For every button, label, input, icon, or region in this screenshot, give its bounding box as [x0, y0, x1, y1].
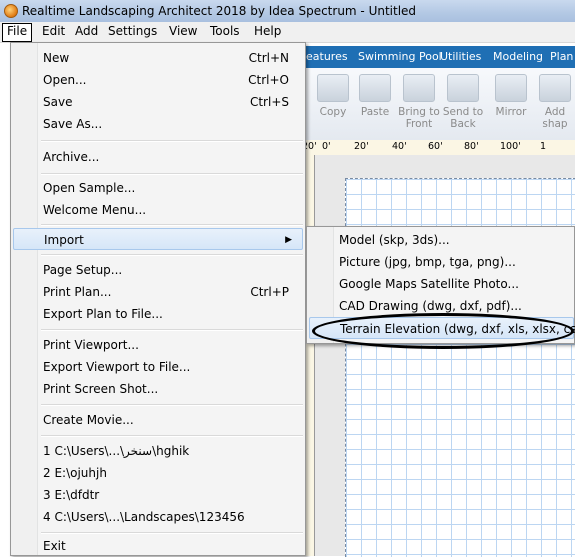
menu-separator — [41, 173, 303, 175]
copy-button[interactable]: Copy — [310, 74, 356, 118]
app-icon — [4, 4, 18, 18]
menu-file[interactable]: File — [2, 23, 33, 42]
menu-separator — [41, 140, 303, 142]
bring-to-front-button[interactable]: Bring to Front — [396, 74, 442, 130]
submenu-arrow-icon: ▶ — [285, 235, 292, 245]
ruler-tick: 1 — [540, 141, 547, 152]
ruler-tick: 20' — [354, 141, 369, 152]
file-menu-import[interactable]: Import ▶ — [13, 228, 303, 250]
file-menu-exit[interactable]: Exit — [13, 535, 303, 557]
bring-to-front-icon — [403, 74, 435, 102]
menu-separator — [41, 404, 303, 406]
import-google-maps[interactable]: Google Maps Satellite Photo... — [309, 273, 574, 295]
file-menu-print-screenshot[interactable]: Print Screen Shot... — [13, 378, 303, 400]
send-to-back-button[interactable]: Send to Back — [440, 74, 486, 130]
paste-button[interactable]: Paste — [352, 74, 398, 118]
file-menu-create-movie[interactable]: Create Movie... — [13, 409, 303, 431]
ribbon-toolbar: Copy Paste Bring to Front Send to Back M… — [300, 68, 575, 141]
menu-help[interactable]: Help — [250, 23, 285, 40]
ruler-tick: 40' — [392, 141, 407, 152]
menu-separator — [41, 532, 303, 534]
file-menu-archive[interactable]: Archive... — [13, 146, 303, 168]
ruler-tick: 0' — [322, 141, 331, 152]
file-menu-save[interactable]: Save Ctrl+S — [13, 91, 303, 113]
file-menu-welcome-menu[interactable]: Welcome Menu... — [13, 199, 303, 221]
ribbon-tab-bar: eatures Swimming Pool Utilities Modeling… — [300, 46, 575, 68]
import-picture[interactable]: Picture (jpg, bmp, tga, png)... — [309, 251, 574, 273]
ruler-tick: 100' — [500, 141, 521, 152]
file-menu-print-viewport[interactable]: Print Viewport... — [13, 334, 303, 356]
import-model[interactable]: Model (skp, 3ds)... — [309, 229, 574, 251]
copy-icon — [317, 74, 349, 102]
title-bar: Realtime Landscaping Architect 2018 by I… — [0, 0, 575, 23]
menu-view[interactable]: View — [165, 23, 201, 40]
file-menu-recent-1[interactable]: 1 C:\Users\...\سنخر\hghik — [13, 440, 303, 462]
tab-features[interactable]: eatures — [306, 50, 348, 63]
file-menu-export-viewport[interactable]: Export Viewport to File... — [13, 356, 303, 378]
window-title: Realtime Landscaping Architect 2018 by I… — [22, 4, 417, 18]
mirror-icon — [495, 74, 527, 102]
file-menu-recent-2[interactable]: 2 E:\ojuhjh — [13, 462, 303, 484]
menu-settings[interactable]: Settings — [104, 23, 161, 40]
menu-separator — [41, 254, 303, 256]
menu-bar: File Edit Add Settings View Tools Help — [0, 22, 575, 43]
file-menu-recent-4[interactable]: 4 C:\Users\...\Landscapes\123456 — [13, 506, 303, 528]
submenu-item-label: Picture (jpg, bmp, tga, png)... — [339, 255, 516, 269]
tab-plan[interactable]: Plan — [550, 50, 573, 63]
paste-icon — [359, 74, 391, 102]
tab-modeling[interactable]: Modeling — [493, 50, 543, 63]
file-menu-new[interactable]: New Ctrl+N — [13, 47, 303, 69]
tab-utilities[interactable]: Utilities — [440, 50, 481, 63]
highlight-ellipse — [312, 313, 574, 349]
file-menu-dropdown: New Ctrl+N Open... Ctrl+O Save Ctrl+S Sa… — [10, 42, 306, 556]
menu-add[interactable]: Add — [71, 23, 102, 40]
file-menu-open-sample[interactable]: Open Sample... — [13, 177, 303, 199]
submenu-item-label: Google Maps Satellite Photo... — [339, 277, 519, 291]
file-menu-page-setup[interactable]: Page Setup... — [13, 259, 303, 281]
menu-separator — [41, 435, 303, 437]
ruler-tick: 60' — [428, 141, 443, 152]
file-menu-export-plan[interactable]: Export Plan to File... — [13, 303, 303, 325]
mirror-button[interactable]: Mirror — [488, 74, 534, 118]
menu-separator — [41, 329, 303, 331]
submenu-item-label: Model (skp, 3ds)... — [339, 233, 450, 247]
tab-swimming-pool[interactable]: Swimming Pool — [358, 50, 442, 63]
file-menu-recent-3[interactable]: 3 E:\dfdtr — [13, 484, 303, 506]
file-menu-save-as[interactable]: Save As... — [13, 113, 303, 135]
send-to-back-icon — [447, 74, 479, 102]
ruler-tick: 80' — [464, 141, 479, 152]
menu-separator — [41, 224, 303, 226]
menu-edit[interactable]: Edit — [38, 23, 69, 40]
file-menu-open[interactable]: Open... Ctrl+O — [13, 69, 303, 91]
menu-tools[interactable]: Tools — [206, 23, 244, 40]
add-shape-icon — [539, 74, 571, 102]
horizontal-ruler: 20' 0' 20' 40' 60' 80' 100' 1 — [300, 140, 575, 156]
add-shape-button[interactable]: Add shap — [532, 74, 575, 130]
file-menu-print-plan[interactable]: Print Plan... Ctrl+P — [13, 281, 303, 303]
